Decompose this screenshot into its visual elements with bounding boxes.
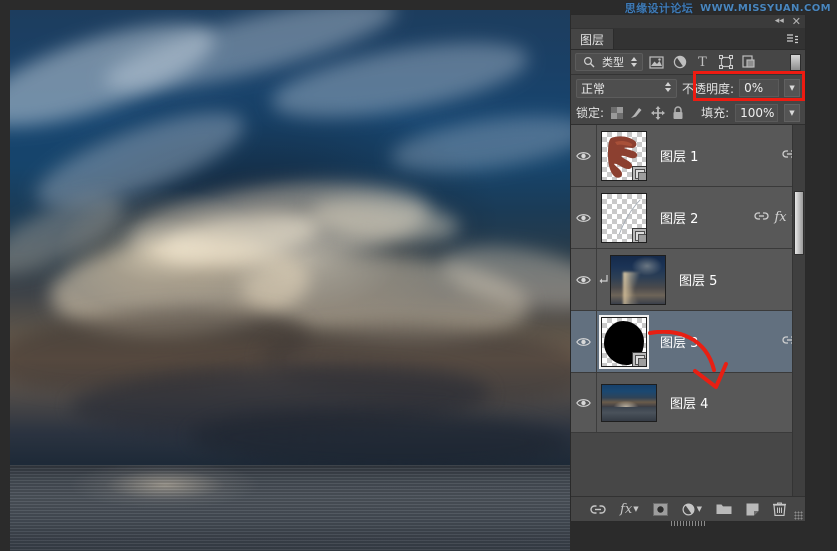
table-row[interactable]: 图层 3 [571, 311, 805, 373]
layer-thumbnail[interactable] [601, 130, 647, 181]
table-row[interactable]: 图层 1 [571, 125, 805, 187]
table-row[interactable]: 图层 2 fx ▼ [571, 187, 805, 249]
document-canvas[interactable] [10, 10, 570, 551]
new-layer-icon[interactable] [746, 503, 759, 516]
panel-drag-grabber[interactable] [671, 521, 705, 526]
layer-effects-fx-icon[interactable]: fx [774, 210, 786, 225]
lock-all-icon[interactable] [671, 105, 685, 120]
sky-region [10, 10, 570, 474]
layer-name[interactable]: 图层 1 [647, 146, 782, 165]
watermark-cn: 思缘设计论坛 [624, 2, 694, 15]
layer-list-scrollbar[interactable] [792, 125, 805, 496]
smart-object-badge [632, 351, 646, 366]
eye-icon [576, 275, 591, 284]
add-layer-mask-icon[interactable] [652, 502, 668, 516]
fill-input[interactable]: 100% [735, 103, 778, 122]
new-group-icon[interactable] [716, 503, 732, 515]
filter-type-text-icon[interactable]: T [693, 53, 712, 72]
layer-thumbnail-wrap[interactable] [601, 130, 647, 181]
search-icon [579, 53, 598, 72]
watermark-url: WWW.MISSYUAN.COM [700, 2, 831, 14]
layer-thumbnail[interactable] [610, 254, 666, 305]
table-row[interactable]: 图层 5 [571, 249, 805, 311]
fill-value: 100% [740, 105, 775, 120]
layer-thumbnail[interactable] [601, 192, 647, 243]
filter-type-label: 类型 [602, 56, 624, 69]
layers-panel-footer[interactable]: fx ▼ ▼ [571, 496, 805, 526]
close-icon[interactable]: ✕ [792, 16, 801, 27]
lock-image-icon[interactable] [630, 105, 644, 120]
blend-mode-select[interactable]: 正常 [576, 78, 678, 98]
opacity-label: 不透明度: [682, 81, 735, 96]
opacity-input[interactable]: 0% [739, 79, 780, 97]
sea-region [10, 465, 570, 551]
updown-stepper-icon[interactable] [628, 53, 639, 72]
layer-visibility-toggle[interactable] [571, 373, 597, 432]
smart-object-badge [632, 165, 646, 180]
city-night-art [611, 255, 665, 304]
layer-name[interactable]: 图层 2 [647, 208, 754, 227]
opacity-dropdown-button[interactable]: ▼ [784, 79, 800, 97]
blend-opacity-row[interactable]: 正常 不透明度: 0% ▼ [571, 71, 805, 101]
collapse-double-arrow-icon[interactable]: ◂◂ [775, 17, 784, 26]
layer-visibility-toggle[interactable] [571, 187, 597, 248]
layers-panel[interactable]: ◂◂ ✕ 图层 类型 T 正常 不透明度: 0% ▼ 锁定: 填充: 100% … [570, 14, 806, 526]
lock-row[interactable]: 锁定: 填充: 100% ▼ [571, 101, 805, 125]
tab-layers[interactable]: 图层 [571, 29, 615, 49]
filter-pixel-icon[interactable] [647, 53, 666, 72]
layer-filter-row[interactable]: 类型 T [571, 50, 805, 75]
resize-grip[interactable] [794, 511, 803, 520]
layer-name[interactable]: 图层 4 [657, 393, 797, 412]
eye-icon [576, 337, 591, 346]
table-row[interactable]: 图层 4 [571, 373, 805, 433]
smart-object-badge [632, 227, 646, 242]
link-layers-icon[interactable] [590, 504, 606, 515]
filter-smartobject-icon[interactable] [739, 53, 758, 72]
panel-tab-row: 图层 [571, 29, 805, 50]
delete-layer-icon[interactable] [772, 502, 786, 516]
layer-visibility-toggle[interactable] [571, 125, 597, 186]
filter-shape-icon[interactable] [716, 53, 735, 72]
layer-thumbnail-wrap[interactable] [601, 383, 657, 422]
filter-type-select[interactable]: 类型 [575, 53, 643, 71]
eye-icon [576, 398, 591, 407]
eye-icon [576, 151, 591, 160]
blend-mode-stepper-icon[interactable] [664, 81, 672, 96]
fill-dropdown-button[interactable]: ▼ [783, 103, 801, 122]
eye-icon [576, 213, 591, 222]
scrollbar-thumb[interactable] [794, 191, 804, 255]
watermark: 思缘设计论坛 WWW.MISSYUAN.COM [619, 0, 837, 16]
lock-transparency-icon[interactable] [610, 105, 624, 120]
panel-menu-icon[interactable] [783, 29, 805, 49]
layer-style-fx-icon[interactable]: fx ▼ [620, 502, 639, 517]
link-icon[interactable] [754, 211, 770, 224]
layer-thumbnail-wrap[interactable] [599, 314, 649, 369]
layer-name[interactable]: 图层 5 [666, 270, 797, 289]
lock-label: 锁定: [576, 106, 605, 120]
layer-list[interactable]: 图层 1 图层 2 fx 图层 5 图层 3 图层 4 [571, 125, 805, 496]
filter-enable-toggle[interactable] [790, 53, 801, 71]
layer-visibility-toggle[interactable] [571, 249, 597, 310]
filter-adjustment-icon[interactable] [670, 53, 689, 72]
lock-position-icon[interactable] [650, 105, 665, 120]
layer-visibility-toggle[interactable] [571, 311, 597, 372]
opacity-value: 0% [744, 81, 764, 95]
layer-name[interactable]: 图层 3 [647, 332, 782, 351]
layer-thumbnail[interactable] [599, 314, 649, 369]
tab-spacer [614, 29, 783, 49]
sky-sea-art [602, 384, 656, 421]
fill-label: 填充: [701, 106, 730, 120]
panel-title-bar: ◂◂ ✕ [571, 15, 805, 29]
new-adjustment-layer-icon[interactable]: ▼ [682, 502, 702, 516]
blend-mode-value: 正常 [581, 81, 606, 96]
clipping-mask-icon [597, 274, 610, 286]
photoshop-window: 思缘设计论坛 WWW.MISSYUAN.COM ◂◂ ✕ 图层 类型 T 正常 … [0, 0, 837, 551]
layer-thumbnail[interactable] [601, 383, 657, 422]
layer-thumbnail-wrap[interactable] [601, 192, 647, 243]
layer-thumbnail-wrap[interactable] [610, 254, 666, 305]
tab-layers-label: 图层 [580, 32, 605, 47]
